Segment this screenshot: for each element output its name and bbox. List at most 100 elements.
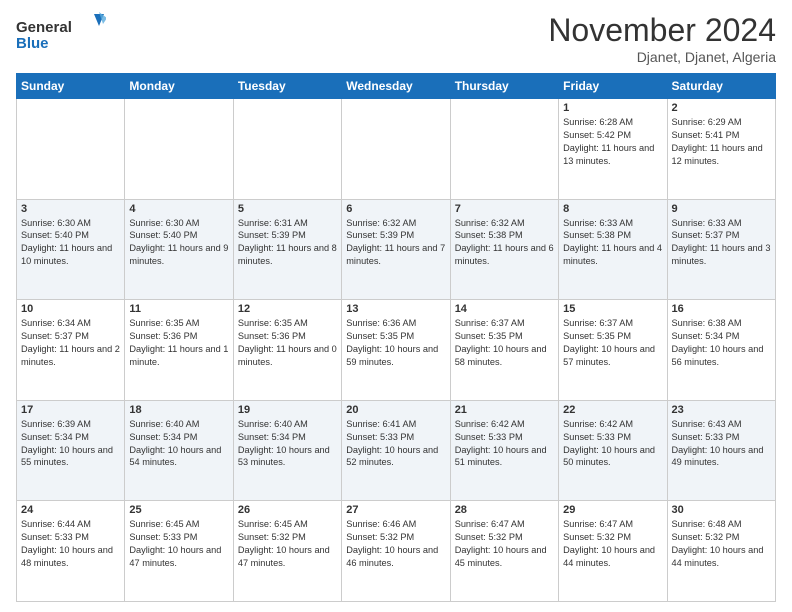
day-number: 30 bbox=[672, 504, 771, 516]
col-wednesday: Wednesday bbox=[342, 74, 450, 99]
logo: General Blue bbox=[16, 12, 106, 56]
day-detail: Sunrise: 6:40 AM Sunset: 5:34 PM Dayligh… bbox=[238, 418, 337, 470]
day-number: 4 bbox=[129, 203, 228, 215]
day-number: 12 bbox=[238, 303, 337, 315]
day-number: 26 bbox=[238, 504, 337, 516]
day-detail: Sunrise: 6:33 AM Sunset: 5:38 PM Dayligh… bbox=[563, 217, 662, 269]
day-detail: Sunrise: 6:33 AM Sunset: 5:37 PM Dayligh… bbox=[672, 217, 771, 269]
col-saturday: Saturday bbox=[667, 74, 775, 99]
day-detail: Sunrise: 6:32 AM Sunset: 5:38 PM Dayligh… bbox=[455, 217, 554, 269]
calendar-header-row: Sunday Monday Tuesday Wednesday Thursday… bbox=[17, 74, 776, 99]
day-detail: Sunrise: 6:37 AM Sunset: 5:35 PM Dayligh… bbox=[455, 317, 554, 369]
day-detail: Sunrise: 6:38 AM Sunset: 5:34 PM Dayligh… bbox=[672, 317, 771, 369]
day-detail: Sunrise: 6:35 AM Sunset: 5:36 PM Dayligh… bbox=[238, 317, 337, 369]
day-detail: Sunrise: 6:47 AM Sunset: 5:32 PM Dayligh… bbox=[455, 518, 554, 570]
calendar-cell: 28 Sunrise: 6:47 AM Sunset: 5:32 PM Dayli… bbox=[450, 501, 558, 602]
day-number: 24 bbox=[21, 504, 120, 516]
day-detail: Sunrise: 6:31 AM Sunset: 5:39 PM Dayligh… bbox=[238, 217, 337, 269]
day-number: 20 bbox=[346, 404, 445, 416]
day-detail: Sunrise: 6:46 AM Sunset: 5:32 PM Dayligh… bbox=[346, 518, 445, 570]
day-number: 16 bbox=[672, 303, 771, 315]
day-number: 7 bbox=[455, 203, 554, 215]
day-detail: Sunrise: 6:42 AM Sunset: 5:33 PM Dayligh… bbox=[455, 418, 554, 470]
day-detail: Sunrise: 6:37 AM Sunset: 5:35 PM Dayligh… bbox=[563, 317, 662, 369]
page: General Blue November 2024 Djanet, Djane… bbox=[0, 0, 792, 612]
day-number: 15 bbox=[563, 303, 662, 315]
day-detail: Sunrise: 6:47 AM Sunset: 5:32 PM Dayligh… bbox=[563, 518, 662, 570]
calendar-cell: 20Sunrise: 6:41 AM Sunset: 5:33 PM Dayli… bbox=[342, 400, 450, 501]
col-monday: Monday bbox=[125, 74, 233, 99]
title-block: November 2024 Djanet, Djanet, Algeria bbox=[548, 12, 776, 65]
calendar-week-3: 17Sunrise: 6:39 AM Sunset: 5:34 PM Dayli… bbox=[17, 400, 776, 501]
calendar-cell: 13 Sunrise: 6:36 AM Sunset: 5:35 PM Dayli… bbox=[342, 300, 450, 401]
header: General Blue November 2024 Djanet, Djane… bbox=[16, 12, 776, 65]
day-detail: Sunrise: 6:44 AM Sunset: 5:33 PM Dayligh… bbox=[21, 518, 120, 570]
day-detail: Sunrise: 6:42 AM Sunset: 5:33 PM Dayligh… bbox=[563, 418, 662, 470]
day-number: 28 bbox=[455, 504, 554, 516]
calendar-cell: 29Sunrise: 6:47 AM Sunset: 5:32 PM Dayli… bbox=[559, 501, 667, 602]
calendar-cell: 9 Sunrise: 6:33 AM Sunset: 5:37 PM Daylig… bbox=[667, 199, 775, 300]
calendar-cell: 8 Sunrise: 6:33 AM Sunset: 5:38 PM Daylig… bbox=[559, 199, 667, 300]
calendar-cell: 7 Sunrise: 6:32 AM Sunset: 5:38 PM Daylig… bbox=[450, 199, 558, 300]
day-number: 13 bbox=[346, 303, 445, 315]
day-detail: Sunrise: 6:48 AM Sunset: 5:32 PM Dayligh… bbox=[672, 518, 771, 570]
calendar-cell: 14 Sunrise: 6:37 AM Sunset: 5:35 PM Dayli… bbox=[450, 300, 558, 401]
calendar-cell: 4Sunrise: 6:30 AM Sunset: 5:40 PM Daylig… bbox=[125, 199, 233, 300]
day-number: 19 bbox=[238, 404, 337, 416]
day-detail: Sunrise: 6:36 AM Sunset: 5:35 PM Dayligh… bbox=[346, 317, 445, 369]
col-friday: Friday bbox=[559, 74, 667, 99]
col-sunday: Sunday bbox=[17, 74, 125, 99]
day-detail: Sunrise: 6:45 AM Sunset: 5:32 PM Dayligh… bbox=[238, 518, 337, 570]
day-detail: Sunrise: 6:45 AM Sunset: 5:33 PM Dayligh… bbox=[129, 518, 228, 570]
logo-svg: General Blue bbox=[16, 12, 106, 56]
calendar-cell: 5 Sunrise: 6:31 AM Sunset: 5:39 PM Daylig… bbox=[233, 199, 341, 300]
day-number: 23 bbox=[672, 404, 771, 416]
calendar-cell bbox=[125, 99, 233, 200]
calendar-cell bbox=[17, 99, 125, 200]
day-detail: Sunrise: 6:40 AM Sunset: 5:34 PM Dayligh… bbox=[129, 418, 228, 470]
day-number: 5 bbox=[238, 203, 337, 215]
calendar-cell: 11 Sunrise: 6:35 AM Sunset: 5:36 PM Dayli… bbox=[125, 300, 233, 401]
day-number: 1 bbox=[563, 102, 662, 114]
calendar: Sunday Monday Tuesday Wednesday Thursday… bbox=[16, 73, 776, 602]
calendar-cell: 19 Sunrise: 6:40 AM Sunset: 5:34 PM Dayli… bbox=[233, 400, 341, 501]
month-title: November 2024 bbox=[548, 12, 776, 49]
calendar-cell: 22 Sunrise: 6:42 AM Sunset: 5:33 PM Dayli… bbox=[559, 400, 667, 501]
day-detail: Sunrise: 6:32 AM Sunset: 5:39 PM Dayligh… bbox=[346, 217, 445, 269]
day-number: 11 bbox=[129, 303, 228, 315]
day-detail: Sunrise: 6:34 AM Sunset: 5:37 PM Dayligh… bbox=[21, 317, 120, 369]
day-number: 18 bbox=[129, 404, 228, 416]
calendar-cell: 24 Sunrise: 6:44 AM Sunset: 5:33 PM Dayli… bbox=[17, 501, 125, 602]
day-number: 2 bbox=[672, 102, 771, 114]
svg-text:Blue: Blue bbox=[16, 35, 49, 52]
day-number: 17 bbox=[21, 404, 120, 416]
calendar-cell: 23 Sunrise: 6:43 AM Sunset: 5:33 PM Dayli… bbox=[667, 400, 775, 501]
svg-text:General: General bbox=[16, 19, 72, 36]
location: Djanet, Djanet, Algeria bbox=[548, 49, 776, 65]
calendar-week-0: 1Sunrise: 6:28 AM Sunset: 5:42 PM Daylig… bbox=[17, 99, 776, 200]
day-number: 14 bbox=[455, 303, 554, 315]
day-number: 22 bbox=[563, 404, 662, 416]
calendar-week-1: 3 Sunrise: 6:30 AM Sunset: 5:40 PM Daylig… bbox=[17, 199, 776, 300]
calendar-week-2: 10Sunrise: 6:34 AM Sunset: 5:37 PM Dayli… bbox=[17, 300, 776, 401]
calendar-body: 1Sunrise: 6:28 AM Sunset: 5:42 PM Daylig… bbox=[17, 99, 776, 602]
calendar-cell: 25 Sunrise: 6:45 AM Sunset: 5:33 PM Dayli… bbox=[125, 501, 233, 602]
day-detail: Sunrise: 6:35 AM Sunset: 5:36 PM Dayligh… bbox=[129, 317, 228, 369]
calendar-cell: 10Sunrise: 6:34 AM Sunset: 5:37 PM Dayli… bbox=[17, 300, 125, 401]
col-thursday: Thursday bbox=[450, 74, 558, 99]
day-number: 8 bbox=[563, 203, 662, 215]
day-number: 25 bbox=[129, 504, 228, 516]
day-number: 9 bbox=[672, 203, 771, 215]
day-detail: Sunrise: 6:43 AM Sunset: 5:33 PM Dayligh… bbox=[672, 418, 771, 470]
calendar-cell bbox=[233, 99, 341, 200]
day-detail: Sunrise: 6:30 AM Sunset: 5:40 PM Dayligh… bbox=[21, 217, 120, 269]
calendar-cell: 12 Sunrise: 6:35 AM Sunset: 5:36 PM Dayli… bbox=[233, 300, 341, 401]
calendar-cell: 18 Sunrise: 6:40 AM Sunset: 5:34 PM Dayli… bbox=[125, 400, 233, 501]
calendar-cell bbox=[342, 99, 450, 200]
day-number: 21 bbox=[455, 404, 554, 416]
day-detail: Sunrise: 6:29 AM Sunset: 5:41 PM Dayligh… bbox=[672, 116, 771, 168]
calendar-cell bbox=[450, 99, 558, 200]
day-number: 3 bbox=[21, 203, 120, 215]
calendar-cell: 21 Sunrise: 6:42 AM Sunset: 5:33 PM Dayli… bbox=[450, 400, 558, 501]
calendar-cell: 1Sunrise: 6:28 AM Sunset: 5:42 PM Daylig… bbox=[559, 99, 667, 200]
